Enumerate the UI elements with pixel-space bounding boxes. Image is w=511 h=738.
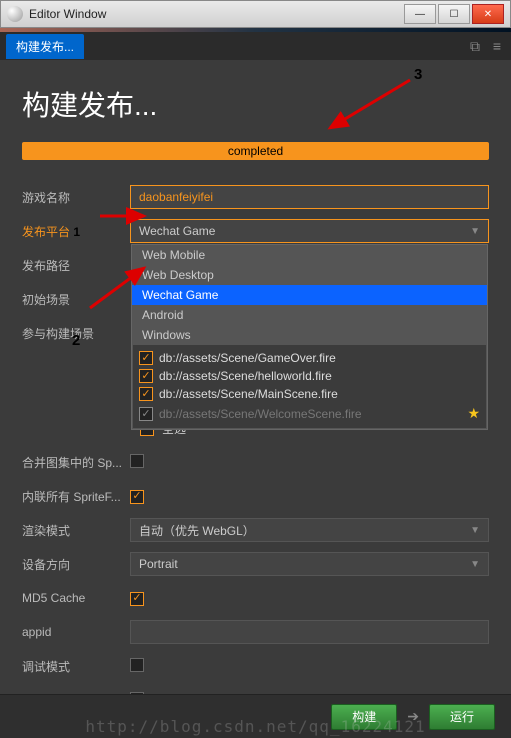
inline-sf-checkbox[interactable]: [130, 490, 144, 504]
footer: 构建 ➔ 运行: [0, 694, 511, 738]
scenes-list: db://assets/Scene/GameOver.fire db://ass…: [132, 345, 487, 429]
page-title: 构建发布...: [22, 84, 489, 124]
scene-path: db://assets/Scene/MainScene.fire: [159, 387, 338, 401]
scene-path: db://assets/Scene/GameOver.fire: [159, 351, 336, 365]
app-icon: [7, 6, 23, 22]
maximize-button[interactable]: ☐: [438, 4, 470, 24]
debug-checkbox[interactable]: [130, 658, 144, 672]
platform-selected: Wechat Game: [139, 224, 215, 238]
platform-option[interactable]: Web Mobile: [132, 245, 487, 265]
label-debug: 调试模式: [22, 658, 130, 675]
platform-option[interactable]: Web Desktop: [132, 265, 487, 285]
platform-option-selected[interactable]: Wechat Game: [132, 285, 487, 305]
content-pane: 构建发布... ⧉ ≡ 构建发布... completed 游戏名称 发布平台 …: [0, 28, 511, 738]
checkbox-icon[interactable]: [139, 351, 153, 365]
tab-build[interactable]: 构建发布...: [6, 34, 84, 59]
label-publish-path: 发布路径: [22, 257, 130, 274]
checkbox-icon[interactable]: [139, 369, 153, 383]
window-controls: — ☐ ✕: [404, 4, 504, 24]
progress-label: completed: [228, 144, 283, 158]
scene-item[interactable]: db://assets/Scene/helloworld.fire: [139, 367, 480, 385]
platform-dropdown: Web Mobile Web Desktop Wechat Game Andro…: [131, 244, 488, 430]
tab-label: 构建发布...: [16, 40, 74, 54]
label-orientation: 设备方向: [22, 556, 130, 573]
checkbox-icon[interactable]: [139, 387, 153, 401]
checkbox-icon[interactable]: [139, 407, 153, 421]
platform-select[interactable]: Wechat Game ▼ Web Mobile Web Desktop Wec…: [130, 219, 489, 243]
label-game-name: 游戏名称: [22, 189, 130, 206]
label-inline-sf: 内联所有 SpriteF...: [22, 488, 130, 505]
window-titlebar: Editor Window — ☐ ✕: [0, 0, 511, 28]
star-icon: ★: [467, 405, 480, 422]
window-title: Editor Window: [29, 7, 106, 21]
platform-option[interactable]: Windows: [132, 325, 487, 345]
label-initial-scene: 初始场景: [22, 291, 130, 308]
appid-input[interactable]: [130, 620, 489, 644]
close-button[interactable]: ✕: [472, 4, 504, 24]
label-platform: 发布平台 1: [22, 223, 130, 240]
annotation-2: 2: [72, 332, 80, 349]
annotation-1: 1: [73, 225, 80, 239]
render-mode-value: 自动（优先 WebGL）: [139, 522, 255, 539]
annotation-3: 3: [414, 66, 422, 83]
render-mode-select[interactable]: 自动（优先 WebGL） ▼: [130, 518, 489, 542]
scene-item[interactable]: db://assets/Scene/MainScene.fire: [139, 385, 480, 403]
form-body: 构建发布... completed 游戏名称 发布平台 1 Wechat Gam…: [0, 60, 511, 715]
scene-path: db://assets/Scene/helloworld.fire: [159, 369, 332, 383]
chevron-down-icon: ▼: [470, 559, 480, 570]
popout-icon[interactable]: ⧉: [467, 38, 483, 54]
run-label: 运行: [450, 708, 474, 725]
label-md5: MD5 Cache: [22, 591, 130, 605]
build-label: 构建: [352, 708, 376, 725]
progress-bar: completed: [22, 142, 489, 160]
minimize-button[interactable]: —: [404, 4, 436, 24]
platform-option[interactable]: Android: [132, 305, 487, 325]
label-render-mode: 渲染模式: [22, 522, 130, 539]
run-button[interactable]: 运行: [429, 704, 495, 730]
chevron-down-icon: ▼: [470, 226, 480, 237]
chevron-down-icon: ▼: [470, 525, 480, 536]
scene-item[interactable]: db://assets/Scene/GameOver.fire: [139, 349, 480, 367]
arrow-right-icon: ➔: [407, 708, 419, 725]
md5-checkbox[interactable]: [130, 592, 144, 606]
scene-path: db://assets/Scene/WelcomeScene.fire: [159, 407, 362, 421]
menu-icon[interactable]: ≡: [489, 38, 505, 54]
build-button[interactable]: 构建: [331, 704, 397, 730]
label-merge-atlas: 合并图集中的 Sp...: [22, 454, 130, 471]
orientation-select[interactable]: Portrait ▼: [130, 552, 489, 576]
orientation-value: Portrait: [139, 557, 178, 571]
merge-atlas-checkbox[interactable]: [130, 454, 144, 468]
tab-bar: 构建发布... ⧉ ≡: [0, 32, 511, 60]
game-name-input[interactable]: [130, 185, 489, 209]
scene-item[interactable]: db://assets/Scene/WelcomeScene.fire ★: [139, 403, 480, 424]
label-appid: appid: [22, 625, 130, 639]
